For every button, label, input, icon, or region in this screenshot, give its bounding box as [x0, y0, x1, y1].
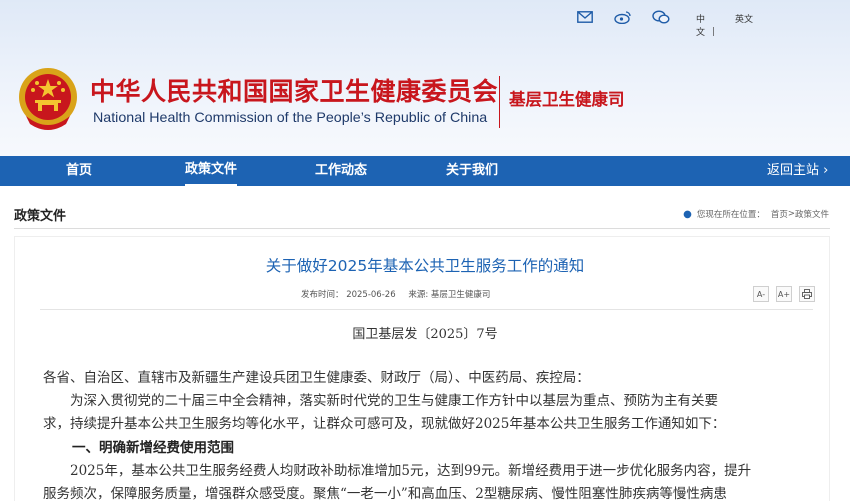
breadcrumb: ● 您现在所在位置： 首页 > 政策文件	[683, 208, 829, 221]
section-title: 政策文件	[14, 209, 67, 224]
nav-item-about[interactable]: 关于我们	[446, 156, 498, 186]
article-tools: A- A+	[753, 286, 822, 302]
top-links: 中文 | 英文	[576, 10, 753, 40]
site-header: 中文 | 英文 中华人民共和国国家卫生健康委员会 National Health…	[0, 0, 850, 156]
lang-english-link[interactable]: 英文	[735, 14, 753, 27]
mail-icon[interactable]	[576, 10, 594, 24]
weibo-icon[interactable]	[614, 10, 632, 24]
main-nav: 首页 政策文件 工作动态 关于我们 返回主站 ›	[0, 156, 850, 186]
breadcrumb-bar: 政策文件 ● 您现在所在位置： 首页 > 政策文件	[0, 205, 850, 225]
publish-date: 发布时间： 2025-06-26	[301, 290, 396, 300]
location-pin-icon: ●	[683, 208, 692, 220]
paragraph-1-line-1: 2025年，基本公共卫生服务经费人均财政补助标准增加5元，达到99元。新增经费用…	[43, 463, 752, 479]
article-divider	[40, 309, 813, 310]
article-source: 来源: 基层卫生健康司	[408, 290, 491, 300]
section-divider	[14, 228, 830, 229]
lang-separator: |	[712, 27, 716, 37]
header-divider	[499, 76, 500, 128]
wechat-icon[interactable]	[652, 10, 670, 24]
back-to-main-site-link[interactable]: 返回主站 ›	[767, 156, 828, 186]
breadcrumb-home[interactable]: 首页	[771, 208, 788, 220]
breadcrumb-prefix: 您现在所在位置：	[696, 210, 765, 220]
org-name-en: National Health Commission of the People…	[93, 110, 488, 126]
department-name: 基层卫生健康司	[509, 90, 625, 109]
document-number: 国卫基层发〔2025〕7号	[352, 327, 498, 342]
article-meta: 发布时间： 2025-06-26 来源: 基层卫生健康司	[301, 288, 500, 300]
org-name-cn[interactable]: 中华人民共和国国家卫生健康委员会	[90, 72, 498, 108]
print-icon[interactable]	[799, 286, 815, 302]
nav-item-news[interactable]: 工作动态	[315, 156, 367, 186]
paragraph-1-line-2: 服务频次，保障服务质量，增强群众感受度。聚焦“一老一小”和高血压、2型糖尿病、慢…	[43, 486, 727, 502]
nav-item-policy[interactable]: 政策文件	[185, 156, 238, 186]
article-title: 关于做好2025年基本公共卫生服务工作的通知	[265, 257, 585, 275]
nav-item-home[interactable]: 首页	[66, 156, 92, 186]
font-increase-button[interactable]: A+	[776, 286, 792, 302]
addressee-line: 各省、自治区、直辖市及新疆生产建设兵团卫生健康委、财政厅（局）、中医药局、疾控局…	[43, 370, 590, 386]
intro-line-1: 为深入贯彻党的二十届三中全会精神，落实新时代党的卫生与健康工作方针中以基层为重点…	[43, 393, 718, 409]
font-decrease-button[interactable]: A-	[753, 286, 769, 302]
breadcrumb-current[interactable]: 政策文件	[795, 208, 829, 220]
lang-chinese-link[interactable]: 中文	[696, 14, 708, 40]
section-heading-1: 一、明确新增经费使用范围	[72, 440, 234, 456]
national-emblem-icon[interactable]	[16, 66, 80, 134]
intro-line-2: 求，持续提升基本公共卫生服务均等化水平，让群众可感可及，现就做好2025年基本公…	[43, 416, 726, 432]
breadcrumb-separator: >	[787, 209, 795, 219]
